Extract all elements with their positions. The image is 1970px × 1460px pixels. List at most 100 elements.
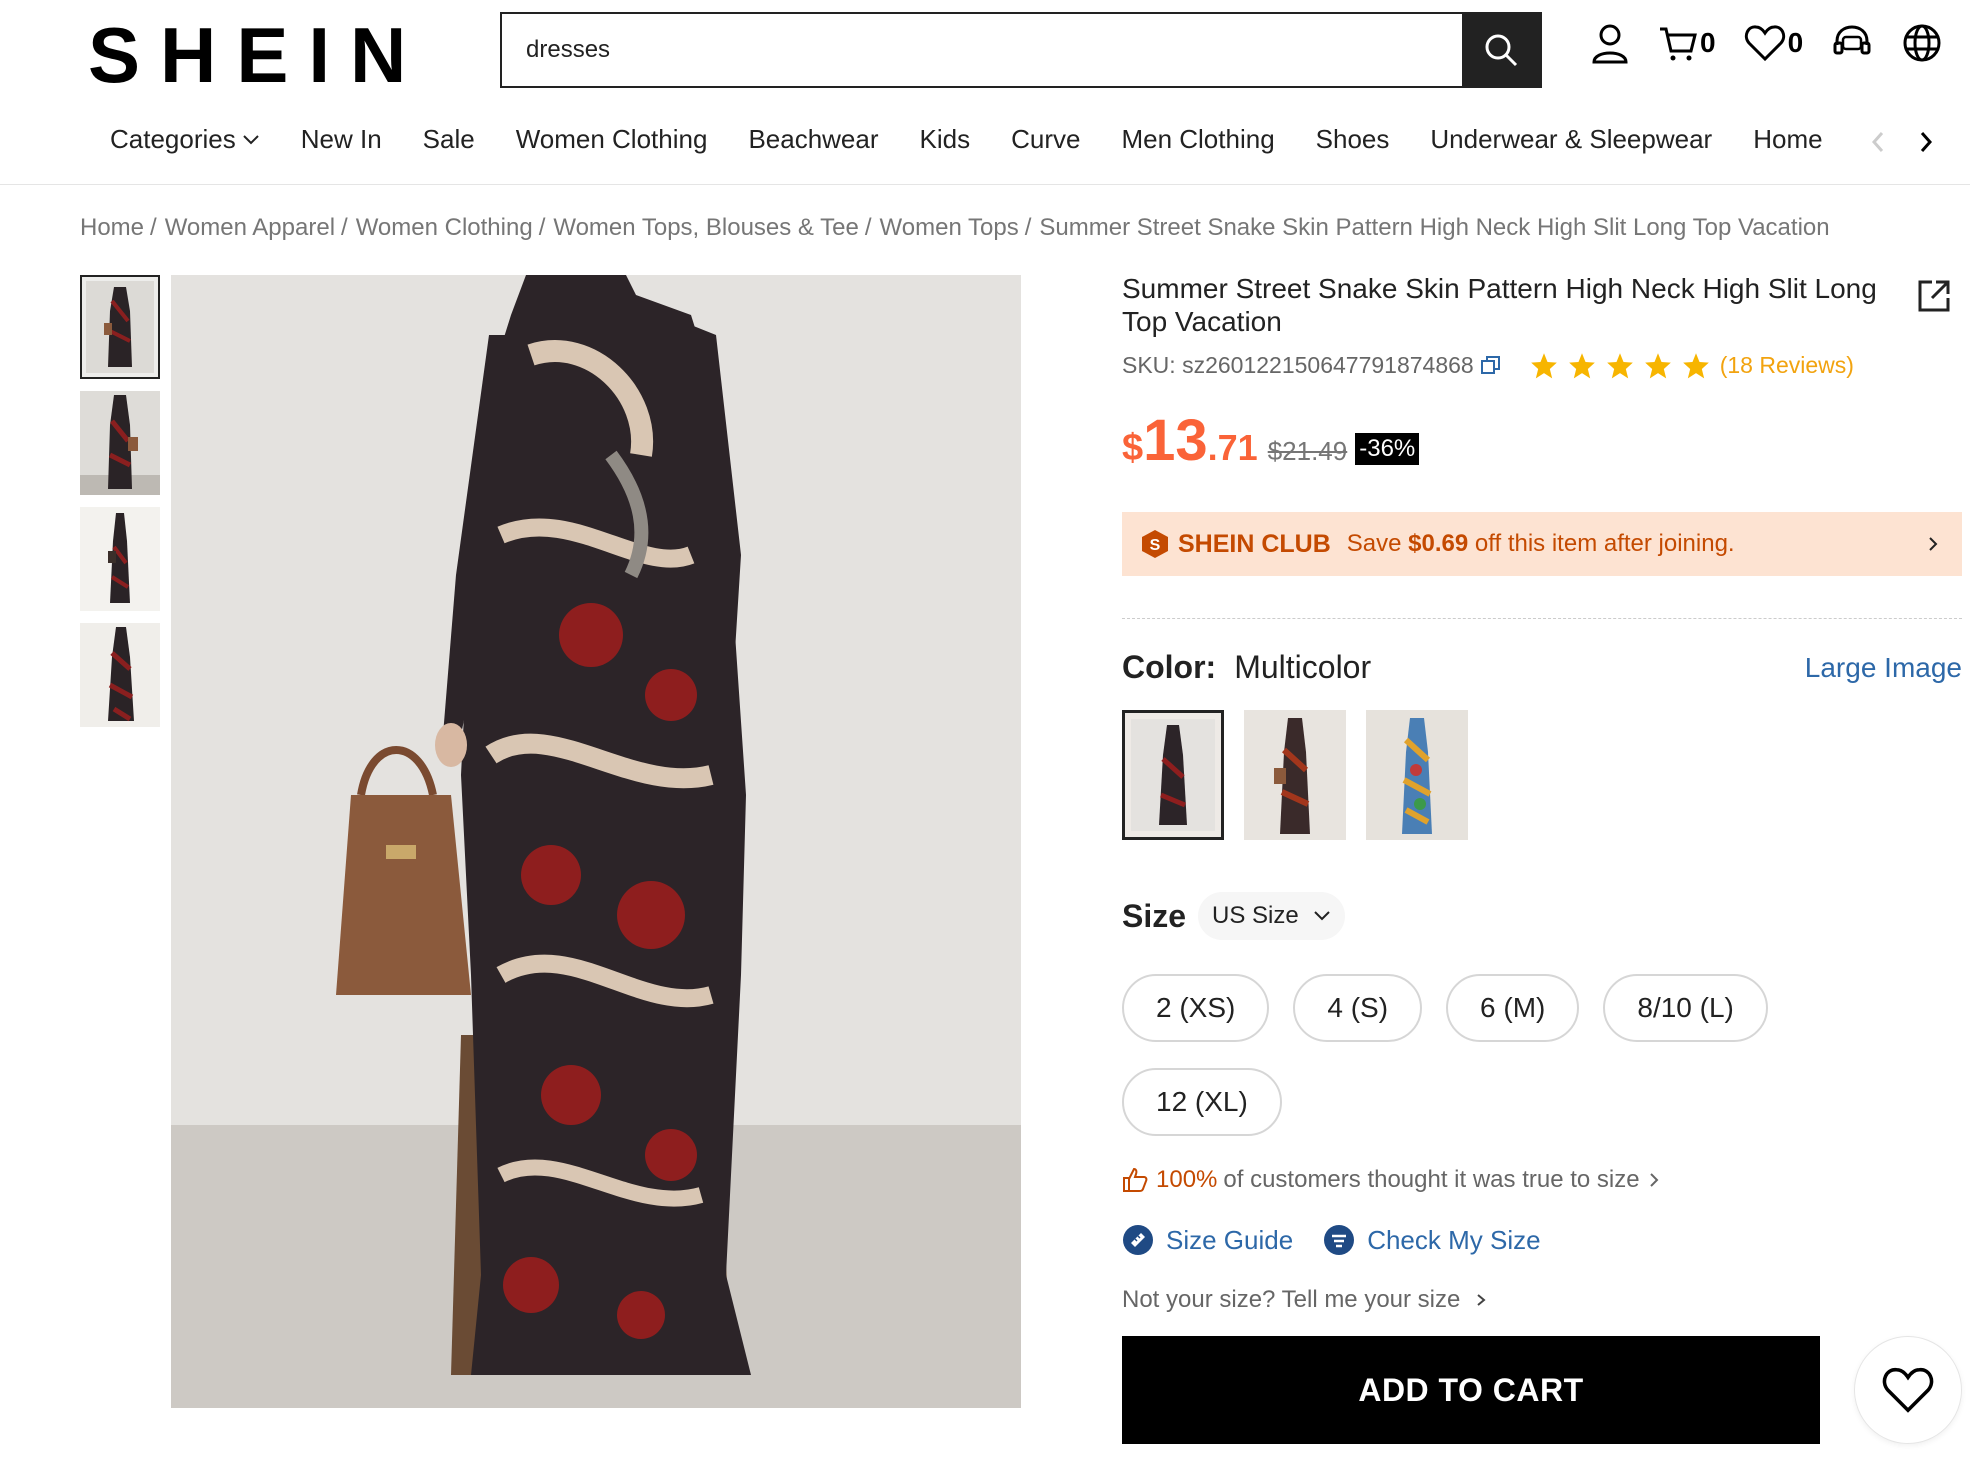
thumbnail-3[interactable]	[80, 507, 160, 611]
breadcrumb-home[interactable]: Home	[80, 214, 144, 242]
product-details: Summer Street Snake Skin Pattern High Ne…	[1122, 272, 1962, 1314]
nav-new-in[interactable]: New In	[301, 124, 382, 155]
main-product-image[interactable]	[171, 275, 1021, 1408]
product-thumbnail-image	[86, 281, 154, 373]
star-icon	[1568, 353, 1595, 379]
color-label: Color:	[1122, 649, 1217, 685]
breadcrumb-women-clothing[interactable]: Women Clothing	[356, 214, 533, 242]
club-badge-icon: S	[1142, 530, 1168, 558]
heart-icon	[1744, 25, 1785, 62]
nav-underwear-sleepwear[interactable]: Underwear & Sleepwear	[1430, 124, 1712, 155]
search-button[interactable]	[1462, 14, 1540, 86]
size-row: Size US Size	[1122, 892, 1962, 940]
color-swatch-1[interactable]	[1122, 710, 1224, 840]
chevron-right-icon	[1929, 537, 1938, 551]
nav-label: Categories	[110, 124, 236, 154]
search-input[interactable]	[502, 14, 1462, 86]
color-swatch-2[interactable]	[1244, 710, 1346, 840]
original-price: $21.49	[1267, 436, 1348, 466]
search-icon	[1485, 34, 1518, 67]
thumbnail-2[interactable]	[80, 391, 160, 495]
wishlist-button[interactable]: 0	[1744, 24, 1804, 62]
nav-next-arrow-icon[interactable]	[1914, 125, 1938, 159]
share-icon[interactable]	[1916, 278, 1952, 314]
shein-logo[interactable]: SHEIN	[88, 16, 426, 94]
large-image-link[interactable]: Large Image	[1805, 652, 1962, 684]
check-my-size-link[interactable]: Check My Size	[1323, 1224, 1541, 1256]
thumbnail-4[interactable]	[80, 623, 160, 727]
club-text-after: off this item after joining.	[1474, 530, 1735, 557]
nav-categories[interactable]: Categories	[110, 124, 260, 155]
thumbnail-1[interactable]	[80, 275, 160, 379]
copy-icon[interactable]	[1480, 355, 1502, 377]
size-options: 2 (XS) 4 (S) 6 (M) 8/10 (L) 12 (XL)	[1122, 974, 1822, 1136]
breadcrumb-separator: /	[538, 214, 546, 241]
club-text-before: Save	[1346, 530, 1402, 557]
section-divider	[1122, 618, 1962, 619]
heart-icon	[1882, 1368, 1934, 1413]
color-value: Multicolor	[1234, 649, 1372, 685]
product-photo	[171, 275, 1021, 1408]
swatch-image	[1131, 719, 1215, 831]
header-icons: 0 0	[1590, 22, 1943, 64]
user-icon	[1592, 24, 1628, 64]
nav-beachwear[interactable]: Beachwear	[748, 124, 878, 155]
breadcrumb-women-tops[interactable]: Women Tops	[880, 214, 1019, 242]
breadcrumb-women-apparel[interactable]: Women Apparel	[165, 214, 335, 242]
color-swatch-3[interactable]	[1366, 710, 1468, 840]
nav-kids[interactable]: Kids	[920, 124, 971, 155]
chevron-right-icon	[1477, 1294, 1486, 1306]
price-integer: 13	[1143, 408, 1208, 473]
language-button[interactable]	[1901, 22, 1943, 64]
check-size-label: Check My Size	[1367, 1224, 1541, 1255]
size-option-xs[interactable]: 2 (XS)	[1122, 974, 1270, 1042]
size-label: Size	[1122, 897, 1187, 934]
chevron-down-icon	[1314, 911, 1330, 921]
cart-button[interactable]: 0	[1658, 23, 1716, 63]
discount-badge: -36%	[1355, 433, 1420, 465]
size-guide-link[interactable]: Size Guide	[1122, 1224, 1293, 1256]
swatch-image	[1366, 710, 1468, 840]
nav-prev-arrow-icon[interactable]	[1866, 125, 1890, 159]
customer-service-icon	[1833, 25, 1871, 55]
nav-men-clothing[interactable]: Men Clothing	[1121, 124, 1274, 155]
nav-women-clothing[interactable]: Women Clothing	[516, 124, 708, 155]
add-to-cart-button[interactable]: ADD TO CART	[1122, 1336, 1820, 1444]
size-option-l[interactable]: 8/10 (L)	[1603, 974, 1768, 1042]
size-option-m[interactable]: 6 (M)	[1446, 974, 1580, 1042]
product-thumbnail-image	[80, 623, 160, 727]
purchase-actions: ADD TO CART	[1122, 1336, 1962, 1444]
nav-shoes[interactable]: Shoes	[1316, 124, 1390, 155]
nav-curve[interactable]: Curve	[1011, 124, 1080, 155]
add-to-wishlist-button[interactable]	[1854, 1336, 1962, 1444]
product-thumbnail-image	[80, 507, 160, 611]
product-title: Summer Street Snake Skin Pattern High Ne…	[1122, 273, 1877, 337]
reviews-link[interactable]: (18 Reviews)	[1720, 352, 1854, 379]
account-button[interactable]	[1590, 22, 1630, 64]
fit-feedback[interactable]: 100% of customers thought it was true to…	[1122, 1166, 1962, 1194]
not-your-size-link[interactable]: Not your size? Tell me your size	[1122, 1286, 1962, 1314]
star-icon	[1530, 353, 1557, 379]
not-your-size-text: Not your size? Tell me your size	[1122, 1286, 1461, 1313]
check-size-icon	[1324, 1225, 1355, 1255]
nav-sale[interactable]: Sale	[423, 124, 475, 155]
breadcrumb-women-tops-blouses[interactable]: Women Tops, Blouses & Tee	[553, 214, 859, 242]
chevron-down-icon	[243, 134, 259, 144]
wishlist-count: 0	[1787, 27, 1804, 58]
star-icon	[1682, 353, 1709, 379]
support-button[interactable]	[1831, 23, 1873, 63]
price-row: $ 13 .71 $21.49 -36%	[1122, 407, 1962, 474]
breadcrumb: Home / Women Apparel / Women Clothing / Wom…	[80, 214, 1830, 242]
size-option-s[interactable]: 4 (S)	[1293, 974, 1423, 1042]
size-system-value: US Size	[1212, 902, 1299, 929]
nav-home[interactable]: Home	[1753, 124, 1822, 155]
fit-text: of customers thought it was true to size	[1223, 1166, 1640, 1193]
star-icon	[1644, 353, 1671, 379]
club-name: SHEIN CLUB	[1178, 529, 1331, 558]
size-option-xl[interactable]: 12 (XL)	[1122, 1068, 1282, 1136]
shein-club-banner[interactable]: S SHEIN CLUB Save $0.69 off this item af…	[1122, 512, 1962, 576]
rating-stars	[1530, 352, 1710, 379]
nav-clip: Categories New In Sale Women Clothing Be…	[0, 110, 1850, 170]
size-system-select[interactable]: US Size	[1198, 892, 1345, 940]
color-row: Color: Multicolor Large Image	[1122, 649, 1962, 686]
